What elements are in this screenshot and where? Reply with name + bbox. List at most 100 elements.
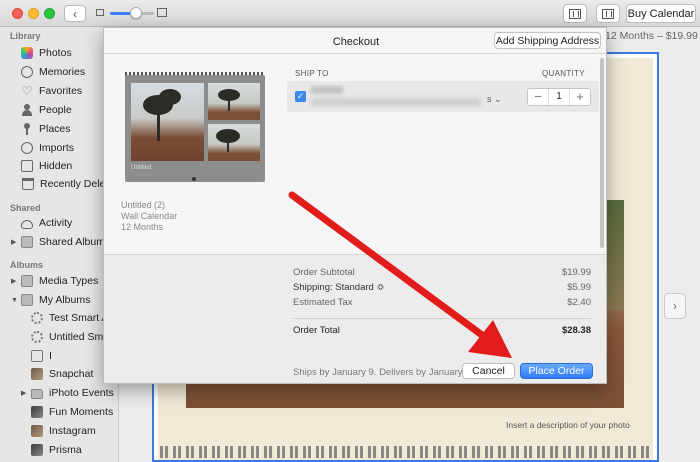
sidebar-item-i[interactable]: I: [0, 347, 118, 365]
smart-album-icon: [31, 312, 43, 324]
sidebar-section-albums: Albums: [10, 260, 44, 270]
order-subtotal-row: Order Subtotal $19.99: [293, 267, 591, 278]
sidebar-item-memories[interactable]: Memories: [0, 63, 118, 81]
photo-description-placeholder[interactable]: Insert a description of your photo: [506, 420, 630, 430]
person-icon: [21, 104, 33, 116]
sidebar-item-label: Prisma: [49, 444, 82, 456]
sidebar-item-photos[interactable]: Photos: [0, 44, 118, 62]
sidebar-toggle-icon: [569, 8, 581, 19]
shipping-value: $5.99: [567, 282, 591, 293]
order-total-label: Order Total: [293, 325, 340, 336]
address-checkbox[interactable]: ✓: [295, 91, 306, 102]
sidebar-item-shared-albums[interactable]: ▶ Shared Albums: [0, 233, 118, 251]
sidebar-item-label: Snapchat: [49, 368, 94, 380]
zoom-slider-knob[interactable]: [130, 7, 142, 19]
window-toolbar: ‹ Buy Calendar: [0, 0, 700, 27]
quantity-value[interactable]: 1: [548, 89, 570, 105]
project-summary: 12 Months – $19.99: [605, 30, 698, 42]
sidebar-item-recently-deleted[interactable]: Recently Deleted: [0, 175, 118, 193]
place-order-button[interactable]: Place Order: [520, 363, 593, 379]
info-button[interactable]: [596, 4, 620, 23]
sidebar-item-favorites[interactable]: ♡ Favorites: [0, 82, 118, 100]
disclosure-right-icon[interactable]: ▶: [11, 238, 16, 246]
hidden-icon: [21, 160, 33, 172]
sidebar-item-label: Activity: [39, 217, 73, 229]
calendar-preview: Untitled: [125, 75, 265, 182]
disclosure-right-icon[interactable]: ▶: [21, 389, 26, 397]
sidebar: Library Photos Memories ♡ Favorites Peopl…: [0, 27, 119, 462]
preview-page-indicator: [192, 177, 196, 181]
zoom-out-icon: [96, 9, 104, 16]
sidebar-item-iphoto-events[interactable]: ▶ iPhoto Events: [0, 384, 118, 402]
folder-icon: [31, 389, 43, 399]
quantity-increment-button[interactable]: +: [570, 89, 590, 105]
sidebar-item-places[interactable]: Places: [0, 120, 118, 138]
album-thumbnail-icon: [31, 368, 43, 380]
quantity-stepper[interactable]: − 1 +: [527, 88, 591, 106]
sidebar-item-label: People: [39, 104, 72, 116]
sidebar-item-label: Hidden: [39, 160, 73, 172]
album-thumbnail-icon: [31, 425, 43, 437]
sidebar-item-label: iPhoto Events: [49, 387, 114, 399]
sidebar-item-test-smart-album[interactable]: Test Smart Album: [0, 309, 118, 327]
address-dropdown[interactable]: s ⌄: [487, 94, 502, 105]
tree-trunk: [228, 99, 230, 111]
sidebar-item-label: My Albums: [39, 294, 91, 306]
sidebar-item-label: Places: [39, 123, 71, 135]
ship-to-header: SHIP TO: [295, 69, 329, 78]
sidebar-item-fun-moments[interactable]: Fun Moments: [0, 403, 118, 421]
back-button[interactable]: ‹: [64, 5, 86, 22]
disclosure-right-icon[interactable]: ▶: [11, 277, 16, 285]
sidebar-item-media-types[interactable]: ▶ Media Types: [0, 272, 118, 290]
close-window-button[interactable]: [12, 8, 23, 19]
sidebar-item-instagram[interactable]: Instagram: [0, 422, 118, 440]
sidebar-item-people[interactable]: People: [0, 101, 118, 119]
product-name: Untitled (2): [121, 200, 166, 210]
zoom-window-button[interactable]: [44, 8, 55, 19]
preview-photo-large: [131, 83, 204, 161]
chevron-right-icon: ›: [673, 299, 677, 313]
calendar-spiral-binding: [160, 446, 650, 458]
sidebar-item-untitled-smart-album[interactable]: Untitled Smart Album: [0, 328, 118, 346]
smart-album-icon: [31, 331, 43, 343]
sidebar-item-label: Photos: [39, 47, 72, 59]
sidebar-item-hidden[interactable]: Hidden: [0, 157, 118, 175]
sidebar-section-library: Library: [10, 31, 41, 41]
estimated-tax-value: $2.40: [567, 297, 591, 308]
next-page-button[interactable]: ›: [664, 293, 686, 319]
sidebar-item-label: I: [49, 350, 52, 362]
quantity-decrement-button[interactable]: −: [528, 89, 548, 105]
sidebar-item-imports[interactable]: Imports: [0, 139, 118, 157]
album-thumbnail-icon: [31, 406, 43, 418]
tree-trunk: [227, 140, 229, 152]
album-icon: [21, 275, 33, 287]
cancel-button[interactable]: Cancel: [462, 363, 515, 379]
memories-icon: [21, 66, 33, 78]
album-icon: [21, 236, 33, 248]
order-total-value: $28.38: [561, 325, 591, 336]
sidebar-item-prisma[interactable]: Prisma: [0, 441, 118, 459]
view-toggle-button[interactable]: [563, 4, 587, 23]
shipping-method-select[interactable]: Shipping: Standard ≎: [293, 282, 384, 293]
preview-title: Untitled: [131, 165, 152, 171]
photos-icon: [21, 47, 33, 59]
tree-trunk: [157, 111, 160, 141]
buy-calendar-button[interactable]: Buy Calendar: [626, 4, 696, 23]
album-icon: [21, 294, 33, 306]
shipping-address-row: ✓ s ⌄ − 1 +: [287, 81, 599, 112]
add-shipping-address-button[interactable]: Add Shipping Address: [494, 32, 601, 49]
album-icon: [31, 350, 43, 362]
disclosure-down-icon[interactable]: ▼: [11, 297, 18, 304]
minimize-window-button[interactable]: [28, 8, 39, 19]
import-icon: [21, 142, 33, 154]
sidebar-item-snapchat[interactable]: Snapchat: [0, 365, 118, 383]
divider: [104, 53, 606, 54]
cloud-icon: [21, 219, 33, 229]
order-total-row: Order Total $28.38: [293, 325, 591, 336]
sidebar-item-my-albums[interactable]: ▼ My Albums: [0, 291, 118, 309]
address-list-scrollbar[interactable]: [600, 58, 604, 248]
preview-photo-small: [208, 124, 260, 161]
sidebar-item-activity[interactable]: Activity: [0, 214, 118, 232]
estimated-tax-label: Estimated Tax: [293, 297, 353, 308]
divider: [293, 318, 591, 319]
